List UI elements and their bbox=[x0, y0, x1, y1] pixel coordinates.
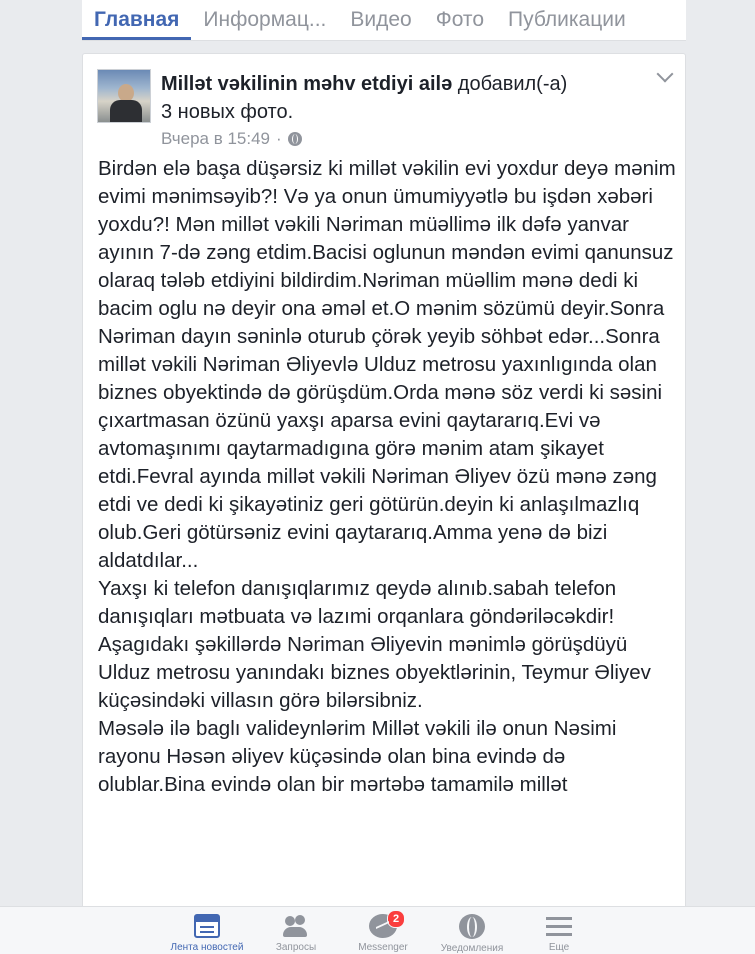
menu-icon bbox=[546, 914, 572, 938]
globe-notifications-icon bbox=[459, 914, 485, 939]
post-meta: Вчера в 15:49 · bbox=[161, 129, 302, 149]
messenger-badge: 2 bbox=[387, 910, 405, 928]
nav-label: Запросы bbox=[275, 942, 317, 953]
nav-label: Messenger bbox=[358, 942, 408, 953]
tab-video[interactable]: Видео bbox=[338, 0, 423, 40]
tab-home[interactable]: Главная bbox=[82, 0, 192, 40]
tab-photo[interactable]: Фото bbox=[424, 0, 496, 40]
post-header: Millət vəkilinin məhv etdiyi ailə добави… bbox=[161, 73, 567, 96]
friend-requests-icon bbox=[283, 914, 309, 938]
nav-news-feed[interactable]: Лента новостей bbox=[162, 907, 252, 954]
news-feed-icon bbox=[194, 914, 220, 938]
nav-label: Еще bbox=[548, 942, 570, 953]
tab-strip: Главная Информац... Видео Фото Публикаци… bbox=[82, 0, 686, 41]
post-timestamp[interactable]: Вчера в 15:49 bbox=[161, 129, 270, 149]
post-body: Birdən elə başa düşərsiz ki millət vəkil… bbox=[98, 155, 678, 799]
post-paragraph: Aşagıdakı şəkillərdə Nəriman Əliyevin mə… bbox=[98, 633, 651, 712]
post-action: добавил(-а) bbox=[457, 73, 568, 95]
public-globe-icon bbox=[287, 132, 302, 146]
nav-notifications[interactable]: Уведомления bbox=[427, 907, 517, 954]
post-paragraph: Yaxşı ki telefon danışıqlarımız qeydə al… bbox=[98, 577, 617, 628]
bottom-navigation: Лента новостей Запросы 2 Messenger Уведо… bbox=[0, 906, 755, 954]
post-paragraph: Birdən elə başa düşərsiz ki millət vəkil… bbox=[98, 157, 676, 572]
avatar-body bbox=[110, 100, 142, 122]
nav-friend-requests[interactable]: Запросы bbox=[251, 907, 341, 954]
nav-messenger[interactable]: 2 Messenger bbox=[338, 907, 428, 954]
post-options-chevron-icon[interactable] bbox=[656, 65, 674, 83]
nav-label: Лента новостей bbox=[170, 942, 244, 953]
post-subtitle: 3 новых фото. bbox=[161, 101, 294, 123]
post-card: Millət vəkilinin məhv etdiyi ailə добави… bbox=[82, 53, 686, 913]
post-paragraph: Məsələ ilə baglı valideynlərim Millət və… bbox=[98, 717, 617, 796]
page-name-link[interactable]: Millət vəkilinin məhv etdiyi ailə bbox=[161, 73, 452, 95]
page-avatar[interactable] bbox=[97, 69, 151, 123]
nav-label: Уведомления bbox=[440, 943, 504, 954]
meta-separator: · bbox=[276, 129, 282, 148]
nav-more[interactable]: Еще bbox=[514, 907, 604, 954]
tab-info[interactable]: Информац... bbox=[191, 0, 338, 40]
messenger-icon: 2 bbox=[369, 910, 405, 938]
tab-posts[interactable]: Публикации bbox=[496, 0, 638, 40]
top-tab-bar: Главная Информац... Видео Фото Публикаци… bbox=[0, 0, 755, 42]
